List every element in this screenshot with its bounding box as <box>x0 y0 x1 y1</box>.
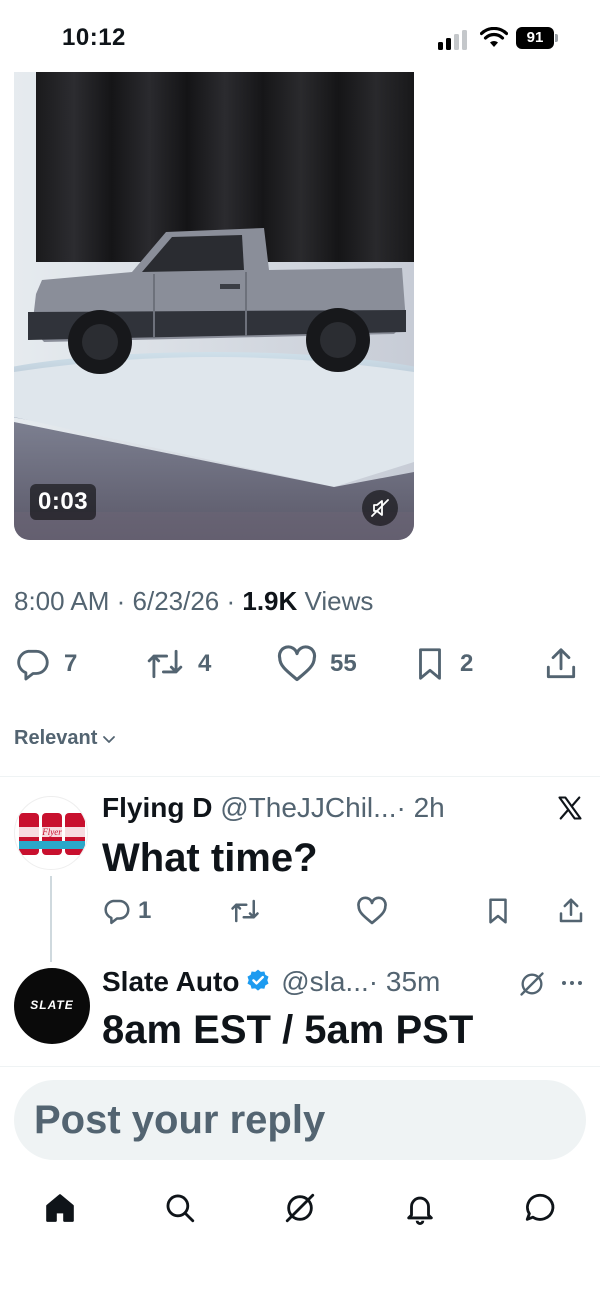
more-icon[interactable] <box>560 976 584 990</box>
search-icon <box>166 1194 195 1223</box>
battery-indicator: 91 <box>516 27 560 49</box>
reply-icon <box>104 899 130 925</box>
messages-icon <box>525 1193 555 1221</box>
tweet-date[interactable]: 6/23/26 <box>133 586 220 616</box>
like-icon <box>277 645 317 682</box>
verified-badge-icon <box>247 969 269 991</box>
x-logo-icon <box>558 796 582 820</box>
reply-time: · 35m <box>368 966 441 997</box>
reply-text: 8am EST / 5am PST <box>102 1008 474 1052</box>
status-time: 10:12 <box>62 24 126 51</box>
bookmark-count: 2 <box>460 650 474 677</box>
share-button[interactable] <box>542 644 580 684</box>
tweet-actions: 7 4 55 2 <box>0 644 600 688</box>
author-handle[interactable]: @sla... <box>281 966 369 997</box>
nav-grok[interactable] <box>280 1186 320 1230</box>
like-icon <box>357 896 387 925</box>
wifi-icon <box>480 27 508 47</box>
tweet-view-count: 1.9K <box>242 586 298 616</box>
video-duration: 0:03 <box>30 484 97 520</box>
video-frame-truck <box>14 72 414 540</box>
reply-actions: 1 <box>0 896 600 932</box>
share-icon <box>546 648 576 679</box>
share-icon <box>559 898 583 923</box>
author-handle[interactable]: @TheJJChil... <box>220 792 396 823</box>
reply-text: What time? <box>102 836 318 880</box>
avatar-slate-auto[interactable]: SLATE <box>14 968 90 1044</box>
nav-home[interactable] <box>40 1186 80 1230</box>
bottom-nav <box>0 1186 600 1236</box>
muted-speaker-icon <box>371 499 389 517</box>
like-button[interactable]: 55 <box>276 644 357 684</box>
divider <box>0 1066 600 1067</box>
reply-time: · 2h <box>396 792 445 823</box>
divider <box>0 776 600 777</box>
like-count: 55 <box>330 650 357 677</box>
like-button[interactable] <box>356 896 388 926</box>
sort-label: Relevant <box>14 727 98 749</box>
tweet-meta: 8:00 AM · 6/23/26 · 1.9K Views <box>14 586 374 616</box>
bookmark-icon <box>419 648 441 680</box>
flyer-cans-avatar-image: Flyer <box>19 813 85 855</box>
home-icon <box>46 1194 74 1222</box>
bookmark-button[interactable]: 2 <box>412 644 473 684</box>
notifications-icon <box>407 1196 433 1225</box>
nav-messages[interactable] <box>520 1186 560 1230</box>
reply-header: Flying D @TheJJChil...· 2h <box>102 792 445 824</box>
avatar-logo-text: SLATE <box>30 998 74 1012</box>
repost-count: 4 <box>198 650 212 677</box>
battery-level: 91 <box>516 27 554 49</box>
reply-input-placeholder[interactable]: Post your reply <box>34 1098 325 1143</box>
avatar-can-text: Flyer <box>41 827 62 837</box>
nav-search[interactable] <box>160 1186 200 1230</box>
reply-count: 7 <box>64 650 78 677</box>
author-name[interactable]: Flying D <box>102 792 212 823</box>
tweet-video[interactable]: 0:03 <box>14 72 414 540</box>
reply-sort-dropdown[interactable]: Relevant <box>14 727 117 750</box>
reply-button[interactable]: 1 <box>102 896 151 926</box>
tweet-time[interactable]: 8:00 AM <box>14 586 109 616</box>
cellular-signal-icon <box>438 30 470 50</box>
reply-button[interactable]: 7 <box>14 644 77 684</box>
avatar-flying-d[interactable]: Flyer <box>14 796 88 870</box>
chevron-down-icon <box>103 735 116 743</box>
mute-button[interactable] <box>362 490 398 526</box>
grok-icon <box>285 1193 315 1223</box>
reply-composer[interactable]: Post your reply <box>14 1080 586 1160</box>
reply-count: 1 <box>138 897 152 924</box>
grok-icon[interactable] <box>518 970 546 998</box>
repost-button[interactable]: 4 <box>144 644 211 684</box>
repost-icon <box>231 899 259 923</box>
repost-button[interactable] <box>228 896 262 926</box>
reply-icon <box>17 649 49 681</box>
bookmark-icon <box>489 898 507 924</box>
reply-header: Slate Auto @sla...· 35m <box>102 966 440 998</box>
nav-notifications[interactable] <box>400 1186 440 1230</box>
tweet-views-label: Views <box>304 586 374 616</box>
author-name[interactable]: Slate Auto <box>102 966 239 997</box>
status-bar: 10:12 91 <box>0 0 600 72</box>
share-button[interactable] <box>556 896 586 926</box>
bookmark-button[interactable] <box>484 896 512 926</box>
repost-icon <box>147 649 183 679</box>
